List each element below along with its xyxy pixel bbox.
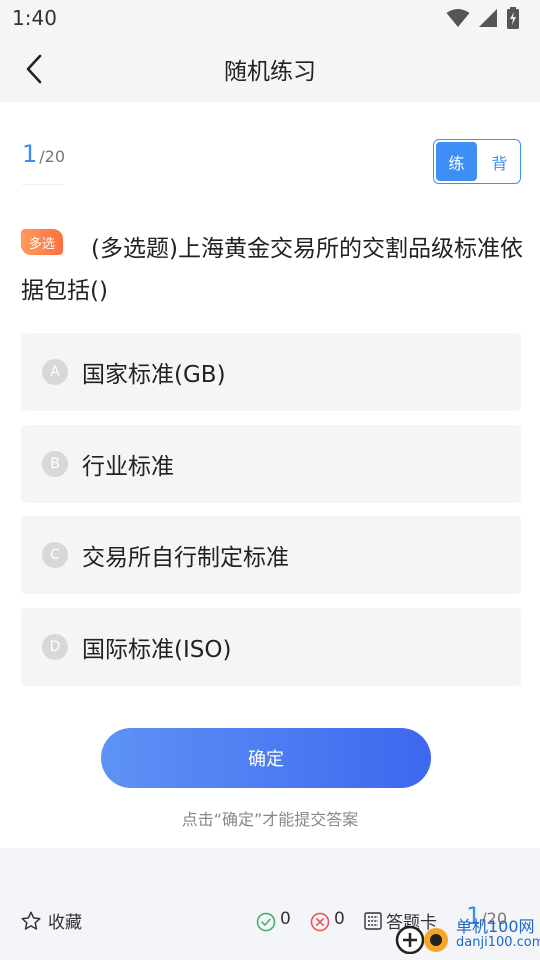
question-progress: 1 /20 (22, 140, 65, 168)
wrong-count: 0 (310, 906, 345, 932)
correct-count: 0 (256, 906, 291, 932)
wrong-count-value: 0 (334, 909, 345, 929)
question-text: (多选题)上海黄金交易所的交割品级标准依据包括() (21, 236, 523, 304)
option-text: 交易所自行制定标准 (82, 545, 289, 571)
option-text: 国家标准(GB) (82, 362, 226, 388)
chevron-left-icon (26, 54, 42, 84)
option-a[interactable]: A 国家标准(GB) (21, 333, 521, 411)
status-time: 1:40 (12, 6, 57, 30)
option-c[interactable]: C 交易所自行制定标准 (21, 516, 521, 594)
option-letter: D (42, 634, 68, 660)
progress-divider (22, 184, 64, 185)
wifi-icon (446, 9, 470, 27)
option-letter: A (42, 359, 68, 385)
option-text: 国际标准(ISO) (82, 637, 232, 663)
x-circle-icon (310, 912, 330, 932)
confirm-button[interactable]: 确定 (101, 728, 431, 788)
app-screen: 1:40 随机练习 1 /20 练 背 (多选题)上海黄金交易所的交割品级标准依… (0, 0, 540, 960)
signal-icon (479, 9, 497, 27)
page-title: 随机练习 (224, 59, 316, 85)
favorite-button[interactable]: 收藏 (20, 908, 82, 933)
question-type-badge: 多选 (21, 229, 63, 255)
mode-toggle: 练 背 (433, 139, 521, 184)
status-bar: 1:40 (0, 0, 540, 36)
option-b[interactable]: B 行业标准 (21, 425, 521, 503)
mode-practice-button[interactable]: 练 (436, 142, 477, 181)
mode-memorize-button[interactable]: 背 (479, 140, 520, 183)
bottom-spacer (0, 848, 540, 882)
watermark-name: 单机100网 (456, 917, 535, 936)
site-logo-icon (395, 925, 448, 954)
star-icon (21, 911, 41, 930)
grid-icon (364, 911, 382, 930)
option-letter: C (42, 542, 68, 568)
favorite-label: 收藏 (48, 913, 82, 933)
back-button[interactable] (14, 48, 54, 90)
option-d[interactable]: D 国际标准(ISO) (21, 608, 521, 686)
option-letter: B (42, 451, 68, 477)
header: 随机练习 (0, 36, 540, 102)
status-icons (446, 7, 520, 29)
correct-count-value: 0 (280, 909, 291, 929)
progress-total: /20 (39, 147, 66, 166)
confirm-hint: 点击“确定”才能提交答案 (181, 810, 359, 829)
check-circle-icon (256, 912, 276, 932)
watermark: 单机100网 danji100.com (390, 916, 540, 954)
watermark-url: danji100.com (456, 935, 540, 950)
progress-current: 1 (22, 140, 38, 168)
battery-icon (507, 7, 519, 29)
option-text: 行业标准 (82, 454, 174, 480)
